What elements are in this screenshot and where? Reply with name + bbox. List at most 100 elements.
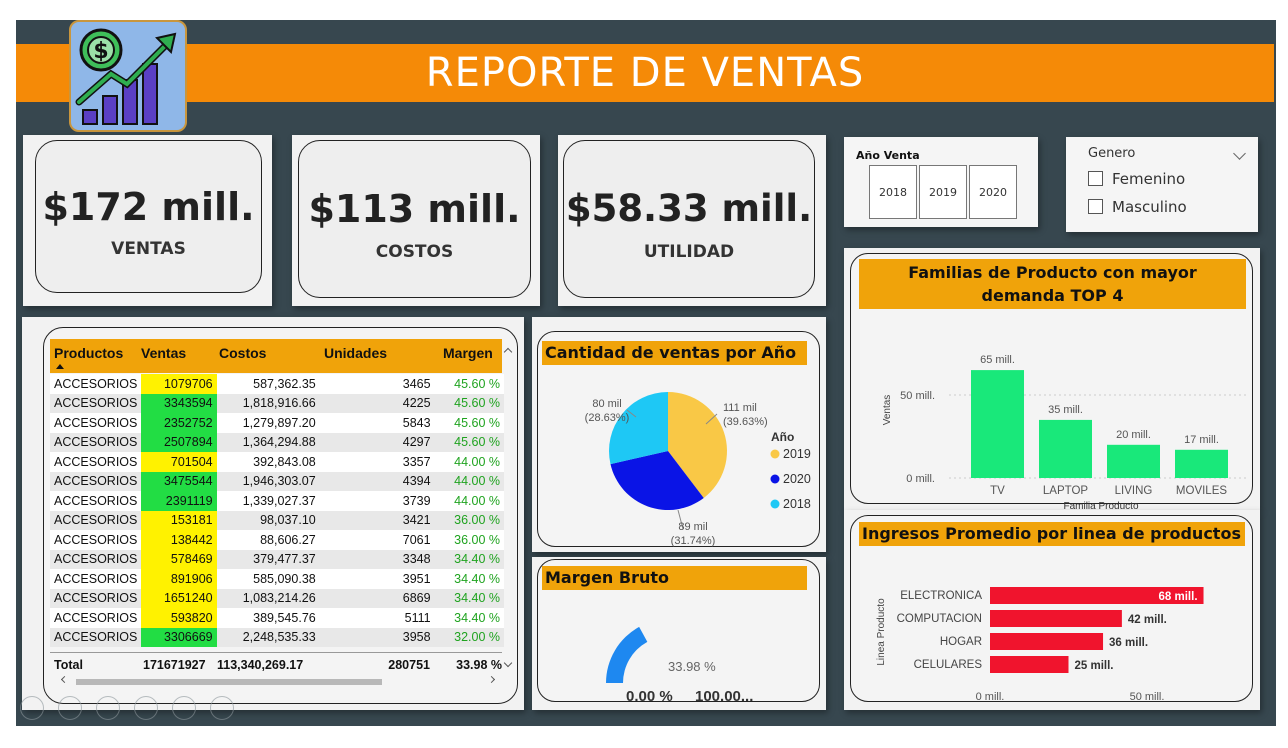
sales-table: ACCESORIOS 1079706 587,362.35 3465 45.60 % AC…: [50, 374, 504, 647]
search-button[interactable]: [172, 696, 196, 720]
kpi-ventas-panel: $172 mill. VENTAS: [23, 135, 272, 306]
table-row[interactable]: ACCESORIOS 1651240 1,083,214.26 6869 34.40 %: [50, 588, 504, 608]
cell-margen: 34.40 %: [434, 608, 504, 628]
cell-producto: ACCESORIOS: [50, 530, 142, 550]
cell-unidades: 6869: [319, 588, 435, 608]
edit-button[interactable]: [96, 696, 120, 720]
pie-percent-label: (39.63%): [723, 416, 768, 428]
table-row[interactable]: ACCESORIOS 578469 379,477.37 3348 34.40 %: [50, 549, 504, 569]
table-row[interactable]: ACCESORIOS 3306669 2,248,535.33 3958 32.00 %: [50, 627, 504, 647]
kpi-utilidad-value: $58.33 mill.: [565, 187, 813, 230]
gender-option-femenino[interactable]: Femenino: [1088, 170, 1185, 188]
cell-unidades: 3348: [319, 549, 435, 569]
dashboard-canvas: REPORTE DE VENTAS $ $172 mill. VENTAS $1…: [16, 20, 1276, 726]
cell-unidades: 3951: [319, 569, 435, 589]
cell-margen: 34.40 %: [434, 588, 504, 608]
gauge-min-label: 0.00 %: [626, 688, 673, 705]
col-costos[interactable]: Costos: [219, 345, 266, 361]
cell-margen: 45.60 %: [434, 374, 504, 394]
cell-margen: 36.00 %: [434, 510, 504, 530]
gauge-max-label: 100.00...: [695, 688, 753, 705]
cell-margen: 44.00 %: [434, 471, 504, 491]
ingresos-bar-chart: ELECTRONICA 68 mill. COMPUTACION 42 mill. HO…: [876, 587, 1204, 703]
table-row[interactable]: ACCESORIOS 2391119 1,339,027.37 3739 44.00 %: [50, 491, 504, 511]
x-tick-label: 0 mill.: [976, 691, 1005, 703]
cell-ventas: 578469: [141, 549, 217, 569]
table-row[interactable]: ACCESORIOS 153181 98,037.10 3421 36.00 %: [50, 510, 504, 530]
cell-unidades: 4297: [319, 432, 435, 452]
chevron-down-icon[interactable]: [1233, 147, 1246, 160]
nav-back-button[interactable]: [20, 696, 44, 720]
cell-ventas: 3475544: [141, 471, 217, 491]
kpi-ventas-card: $172 mill. VENTAS: [35, 140, 262, 293]
table-row[interactable]: ACCESORIOS 2352752 1,279,897.20 5843 45.60 %: [50, 413, 504, 433]
cell-margen: 34.40 %: [434, 569, 504, 589]
gender-option-masculino[interactable]: Masculino: [1088, 198, 1187, 216]
copy-button[interactable]: [134, 696, 158, 720]
top4-panel: Familias de Producto con mayor demanda T…: [844, 248, 1260, 510]
table-row[interactable]: ACCESORIOS 891906 585,090.38 3951 34.40 %: [50, 569, 504, 589]
cell-ventas: 3306669: [141, 627, 217, 647]
cell-producto: ACCESORIOS: [50, 471, 142, 491]
cell-costos: 88,606.27: [216, 530, 320, 550]
table-row[interactable]: ACCESORIOS 3343594 1,818,916.66 4225 45.60 %: [50, 393, 504, 413]
bar-value-label: 36 mill.: [1109, 637, 1148, 649]
bar-hogar: [990, 633, 1104, 650]
checkbox[interactable]: [1088, 199, 1103, 214]
y-axis-title: Linea Producto: [876, 598, 887, 666]
table-body: ACCESORIOS 1079706 587,362.35 3465 45.60 % AC…: [50, 374, 504, 649]
checkbox[interactable]: [1088, 171, 1103, 186]
year-slicer: Año Venta 2018 2019 2020: [844, 137, 1038, 227]
bar-computacion: [990, 610, 1122, 627]
cell-producto: ACCESORIOS: [50, 491, 142, 511]
cell-ventas: 2507894: [141, 432, 217, 452]
table-row[interactable]: ACCESORIOS 1079706 587,362.35 3465 45.60 %: [50, 374, 504, 394]
gender-slicer-title: Genero: [1088, 146, 1136, 161]
kpi-costos-value: $113 mill.: [308, 187, 521, 231]
col-productos[interactable]: Productos: [54, 345, 123, 361]
kpi-utilidad-label: UTILIDAD: [643, 242, 735, 262]
ingresos-panel: Ingresos Promedio por linea de productos…: [844, 510, 1260, 710]
kpi-utilidad-panel: $58.33 mill. UTILIDAD: [558, 135, 826, 306]
horizontal-scrollbar[interactable]: [76, 679, 382, 685]
col-ventas[interactable]: Ventas: [141, 345, 186, 361]
cell-margen: 34.40 %: [434, 549, 504, 569]
pie-value-label: 111 mil: [723, 402, 757, 414]
table-row[interactable]: ACCESORIOS 3475544 1,946,303.07 4394 44.00 %: [50, 471, 504, 491]
table-row[interactable]: ACCESORIOS 701504 392,843.08 3357 44.00 %: [50, 452, 504, 472]
bar-value-label: 35 mill.: [1048, 404, 1083, 416]
y-axis-title: Ventas: [882, 395, 893, 426]
kpi-utilidad-card: $58.33 mill. UTILIDAD: [563, 140, 815, 298]
year-option-2018[interactable]: 2018: [869, 165, 917, 219]
cell-costos: 1,279,897.20: [216, 413, 320, 433]
col-margen[interactable]: Margen: [443, 345, 493, 361]
bar-value-label: 65 mill.: [980, 354, 1015, 366]
year-option-2020[interactable]: 2020: [969, 165, 1017, 219]
cell-costos: 585,090.38: [216, 569, 320, 589]
table-row[interactable]: ACCESORIOS 138442 88,606.27 7061 36.00 %: [50, 530, 504, 550]
pie-value-label: 89 mil: [678, 521, 707, 533]
col-unidades[interactable]: Unidades: [324, 345, 387, 361]
total-margen: 33.98 %: [456, 658, 502, 672]
x-tick-label: 50 mill.: [1130, 691, 1165, 703]
kpi-costos-card: $113 mill. COSTOS: [298, 140, 531, 298]
year-option-2019[interactable]: 2019: [919, 165, 967, 219]
nav-forward-button[interactable]: [58, 696, 82, 720]
sort-ascending-icon[interactable]: [56, 364, 64, 369]
legend-swatch-2019: [770, 449, 780, 459]
more-options-button[interactable]: [210, 696, 234, 720]
kpi-ventas-label: VENTAS: [111, 239, 186, 259]
table-row[interactable]: ACCESORIOS 2507894 1,364,294.88 4297 45.60 %: [50, 432, 504, 452]
total-label: Total: [54, 658, 83, 672]
cell-costos: 1,083,214.26: [216, 588, 320, 608]
y-tick-label: HOGAR: [940, 636, 982, 648]
cell-costos: 98,037.10: [216, 510, 320, 530]
year-slicer-title: Año Venta: [856, 149, 920, 162]
gauge-value-label: 33.98 %: [668, 659, 716, 674]
cell-costos: 2,248,535.33: [216, 627, 320, 647]
table-row[interactable]: ACCESORIOS 593820 389,545.76 5111 34.40 %: [50, 608, 504, 628]
cell-unidades: 3421: [319, 510, 435, 530]
cell-producto: ACCESORIOS: [50, 588, 142, 608]
legend-swatch-2020: [770, 474, 780, 484]
bar-value-label: 25 mill.: [1075, 660, 1114, 672]
